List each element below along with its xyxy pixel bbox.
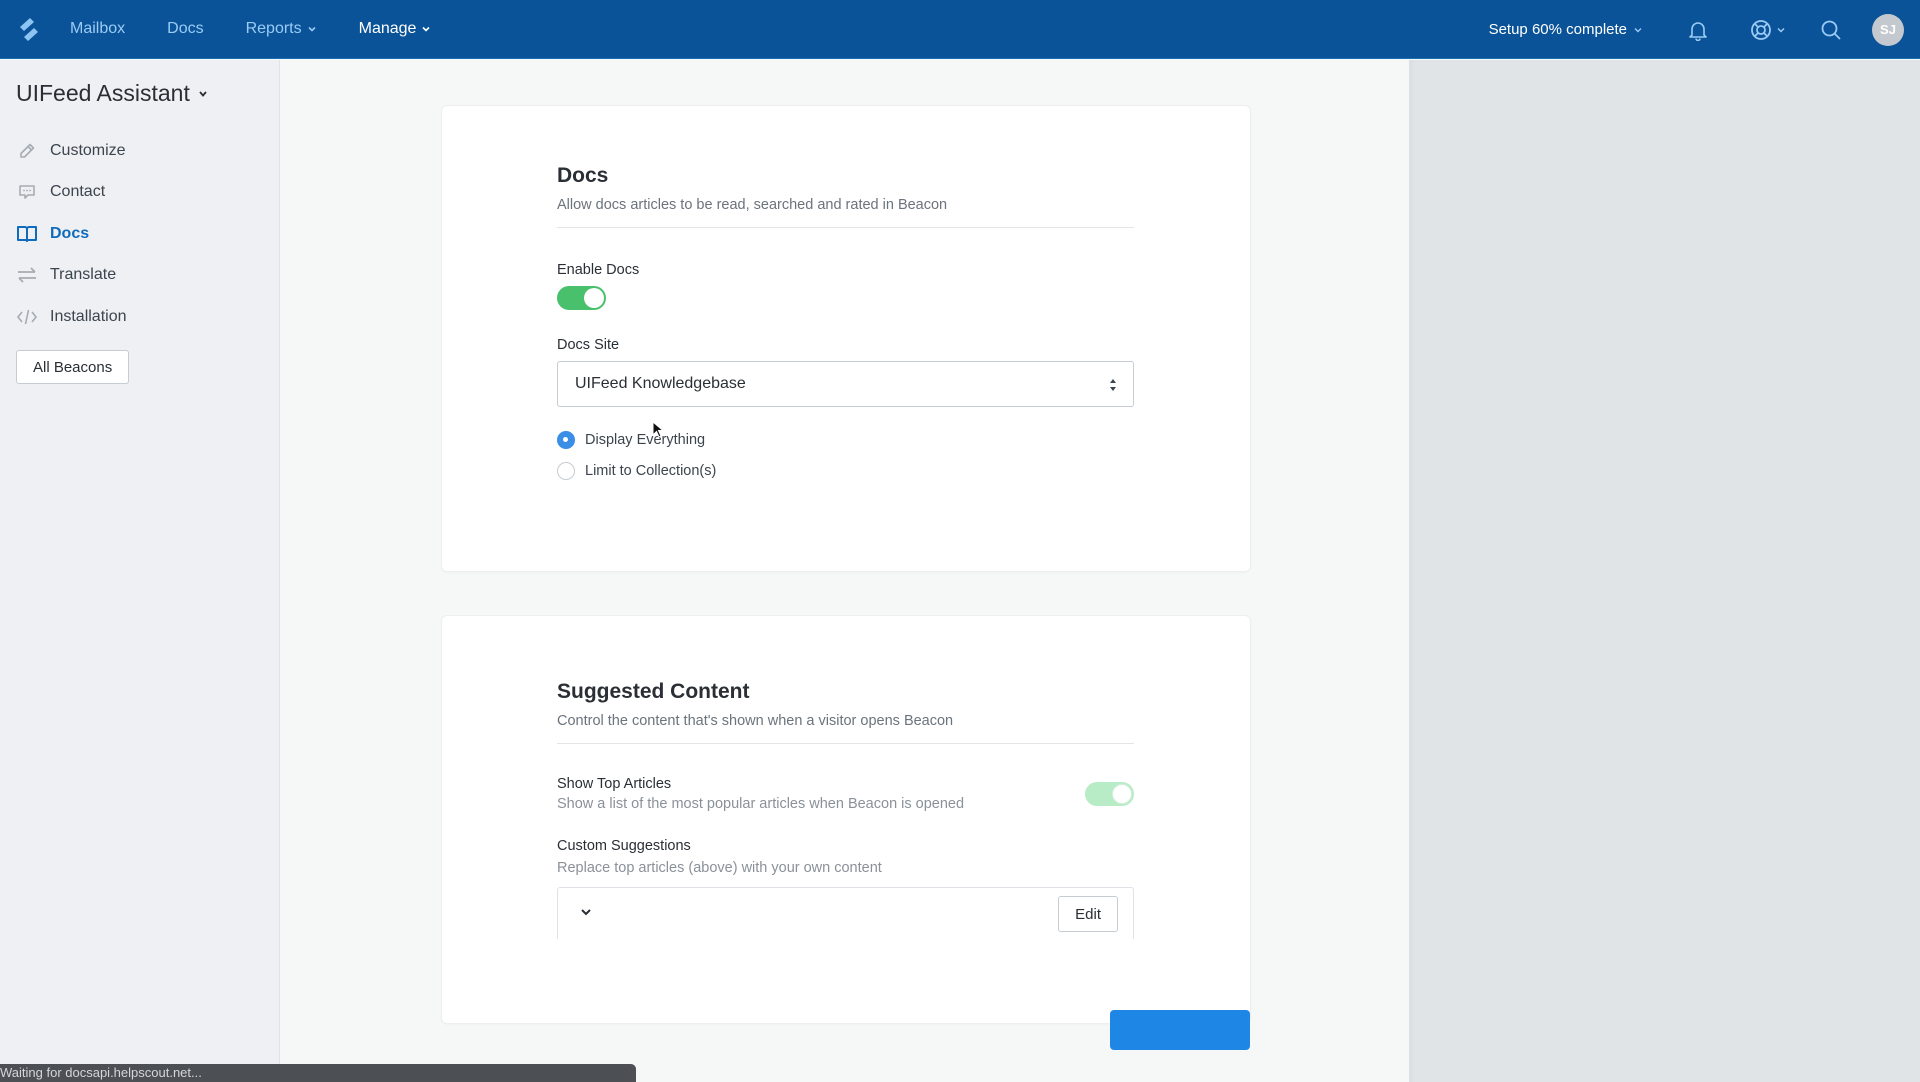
setup-progress-label: Setup 60% complete: [1488, 21, 1627, 38]
docs-display-radio-group: Display Everything Limit to Collection(s…: [557, 424, 1134, 486]
show-top-articles-description: Show a list of the most popular articles…: [557, 796, 965, 812]
search-icon: [1821, 20, 1841, 40]
suggested-card-subtitle: Control the content that's shown when a …: [557, 713, 954, 729]
help-menu-button[interactable]: [1749, 18, 1786, 42]
enable-docs-label: Enable Docs: [557, 262, 640, 278]
radio-label: Limit to Collection(s): [585, 462, 717, 479]
chevron-down-icon[interactable]: [580, 906, 592, 918]
docs-site-select[interactable]: UIFeed Knowledgebase: [557, 361, 1134, 407]
suggested-content-card: Suggested Content Control the content th…: [442, 616, 1250, 1023]
top-navigation-bar: Mailbox Docs Reports Manage Setup 60% co…: [0, 0, 1920, 59]
edit-label: Edit: [1075, 905, 1101, 923]
nav-mailbox[interactable]: Mailbox: [70, 20, 125, 38]
pencil-icon: [16, 140, 38, 162]
chevron-down-icon: [199, 90, 207, 97]
arrows-exchange-icon: [16, 264, 38, 286]
custom-suggestions-label: Custom Suggestions: [557, 838, 691, 854]
book-icon: [16, 223, 38, 245]
logo-icon[interactable]: [16, 16, 42, 42]
toggle-knob: [1112, 784, 1132, 804]
beacon-title: UIFeed Assistant: [16, 80, 190, 106]
nav-manage-label: Manage: [358, 20, 417, 37]
nav-mailbox-label: Mailbox: [70, 20, 126, 37]
docs-card-subtitle: Allow docs articles to be read, searched…: [557, 197, 948, 213]
main-content: Docs Allow docs articles to be read, sea…: [281, 60, 1409, 1082]
docs-site-value: UIFeed Knowledgebase: [575, 375, 746, 392]
edit-suggestions-button[interactable]: Edit: [1058, 896, 1118, 932]
radio-display-everything[interactable]: Display Everything: [557, 424, 1134, 455]
select-arrows-icon: [1110, 379, 1116, 391]
sidebar-item-label: Translate: [50, 266, 117, 284]
radio-button[interactable]: [557, 430, 575, 449]
beacon-selector[interactable]: UIFeed Assistant: [16, 80, 208, 107]
sidebar-item-installation[interactable]: Installation: [16, 296, 127, 338]
code-icon: [16, 306, 38, 328]
toggle-knob: [584, 288, 604, 308]
sidebar-item-contact[interactable]: Contact: [16, 172, 127, 214]
sidebar-item-customize[interactable]: Customize: [16, 130, 127, 172]
suggested-card-title: Suggested Content: [557, 680, 750, 703]
radio-button[interactable]: [557, 461, 575, 480]
docs-card-title: Docs: [557, 164, 609, 187]
chat-bubble-icon: [16, 181, 38, 203]
sidebar-item-translate[interactable]: Translate: [16, 255, 127, 297]
notifications-button[interactable]: [1687, 19, 1709, 41]
enable-docs-toggle[interactable]: [557, 286, 606, 310]
divider: [557, 743, 1134, 744]
user-avatar[interactable]: SJ: [1872, 13, 1904, 46]
show-top-articles-row: Show Top Articles Show a list of the mos…: [557, 776, 1134, 812]
nav-right-group: Setup 60% complete SJ: [1489, 0, 1920, 59]
docs-site-label: Docs Site: [557, 337, 620, 353]
divider: [557, 227, 1134, 228]
chevron-down-icon: [1634, 27, 1642, 32]
help-lifebuoy-icon: [1751, 19, 1771, 40]
sidebar-item-label: Docs: [50, 224, 90, 242]
bell-icon: [1689, 21, 1707, 41]
show-top-articles-label: Show Top Articles: [557, 776, 672, 792]
all-beacons-label: All Beacons: [33, 358, 113, 376]
status-text: Waiting for docsapi.helpscout.net...: [0, 1065, 202, 1080]
search-button[interactable]: [1820, 19, 1842, 41]
avatar-initials: SJ: [1880, 22, 1896, 37]
chevron-down-icon: [308, 26, 316, 32]
save-button[interactable]: [1110, 1010, 1250, 1050]
chevron-down-icon: [1777, 27, 1785, 33]
custom-suggestions-description: Replace top articles (above) with your o…: [557, 860, 882, 876]
sidebar-item-label: Customize: [50, 141, 126, 159]
radio-label: Display Everything: [585, 431, 706, 448]
radio-limit-collections[interactable]: Limit to Collection(s): [557, 455, 1134, 486]
custom-suggestions-box: Edit: [557, 887, 1134, 939]
setup-progress-dropdown[interactable]: Setup 60% complete: [1489, 21, 1643, 38]
browser-status-bar: Waiting for docsapi.helpscout.net...: [0, 1064, 636, 1082]
show-top-articles-text: Show Top Articles Show a list of the mos…: [557, 776, 964, 812]
docs-settings-card: Docs Allow docs articles to be read, sea…: [442, 106, 1250, 571]
docs-card-body: Docs Allow docs articles to be read, sea…: [557, 164, 1134, 486]
sidebar: UIFeed Assistant Customize Contact Docs …: [0, 60, 280, 1082]
sidebar-item-label: Contact: [50, 183, 106, 201]
chevron-down-icon: [422, 26, 431, 32]
suggested-card-body: Suggested Content Control the content th…: [557, 680, 1134, 939]
mouse-cursor-icon: [652, 421, 664, 438]
show-top-articles-toggle[interactable]: [1085, 782, 1134, 806]
nav-docs[interactable]: Docs: [167, 20, 203, 38]
nav-docs-label: Docs: [167, 20, 204, 37]
nav-reports[interactable]: Reports: [246, 20, 317, 38]
all-beacons-button[interactable]: All Beacons: [16, 350, 130, 384]
sidebar-item-label: Installation: [50, 307, 127, 325]
sidebar-nav: Customize Contact Docs Translate Install…: [16, 130, 127, 338]
nav-manage[interactable]: Manage: [359, 20, 432, 38]
sidebar-item-docs[interactable]: Docs: [16, 213, 127, 255]
beacon-preview-pane: [1409, 60, 1920, 1082]
nav-reports-label: Reports: [245, 20, 302, 37]
